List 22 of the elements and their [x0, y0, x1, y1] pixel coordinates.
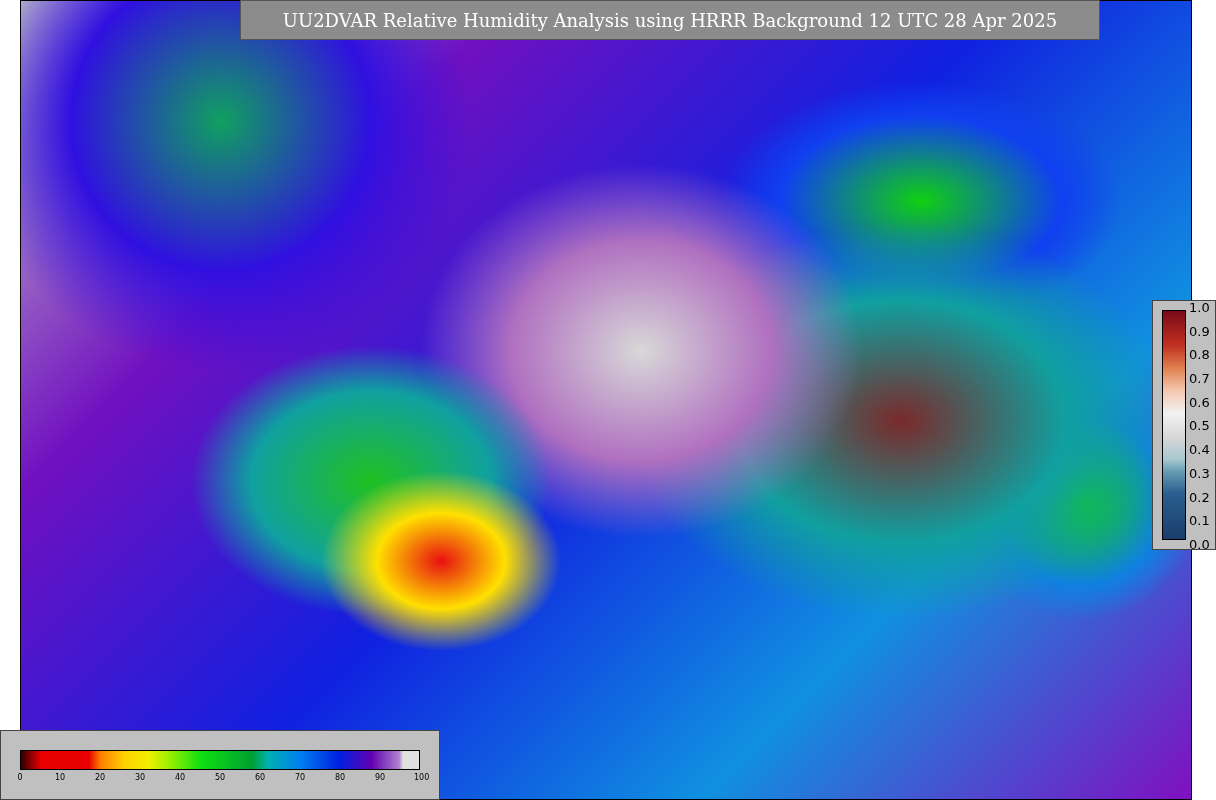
tick-label: 70	[294, 773, 306, 782]
tick-label: 0	[16, 773, 24, 782]
tick-label: 40	[174, 773, 186, 782]
tick-label: 0.9	[1189, 324, 1210, 338]
tick-label: 0.3	[1189, 466, 1210, 480]
tick-label: 60	[254, 773, 266, 782]
tick-label: 10	[54, 773, 66, 782]
tick-label: 1.0	[1189, 301, 1210, 314]
tick-label: 90	[374, 773, 386, 782]
tick-label: 0.2	[1189, 490, 1210, 504]
tick-label: 0.6	[1189, 395, 1210, 409]
tick-label: 20	[94, 773, 106, 782]
tick-label: 0.5	[1189, 419, 1210, 433]
map-title: UU2DVAR Relative Humidity Analysis using HRRR Background 12 UTC 28 Apr 2025	[240, 0, 1100, 40]
tick-label: 0.1	[1189, 514, 1210, 528]
tick-label: 50	[214, 773, 226, 782]
tick-label: 0.0	[1189, 537, 1210, 551]
tick-label: 0.8	[1189, 348, 1210, 362]
tick-label: 80	[334, 773, 346, 782]
tick-label: 0.7	[1189, 372, 1210, 386]
tick-label: 30	[134, 773, 146, 782]
tick-label: 0.4	[1189, 443, 1210, 457]
